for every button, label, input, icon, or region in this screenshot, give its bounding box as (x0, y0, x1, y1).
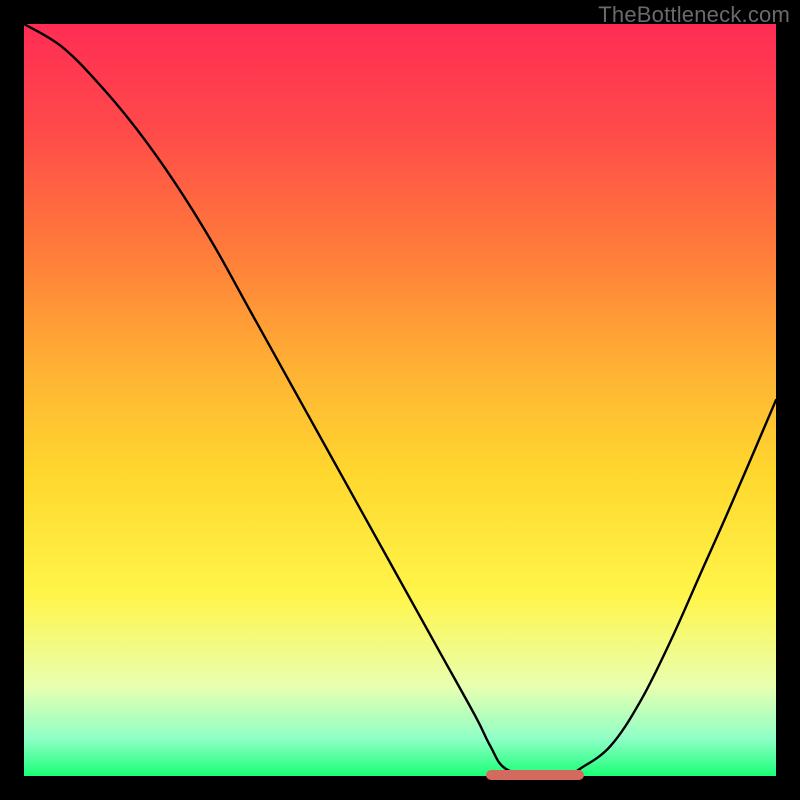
bottleneck-curve (24, 24, 776, 776)
optimal-range-highlight (486, 770, 584, 780)
watermark-text: TheBottleneck.com (598, 2, 790, 28)
